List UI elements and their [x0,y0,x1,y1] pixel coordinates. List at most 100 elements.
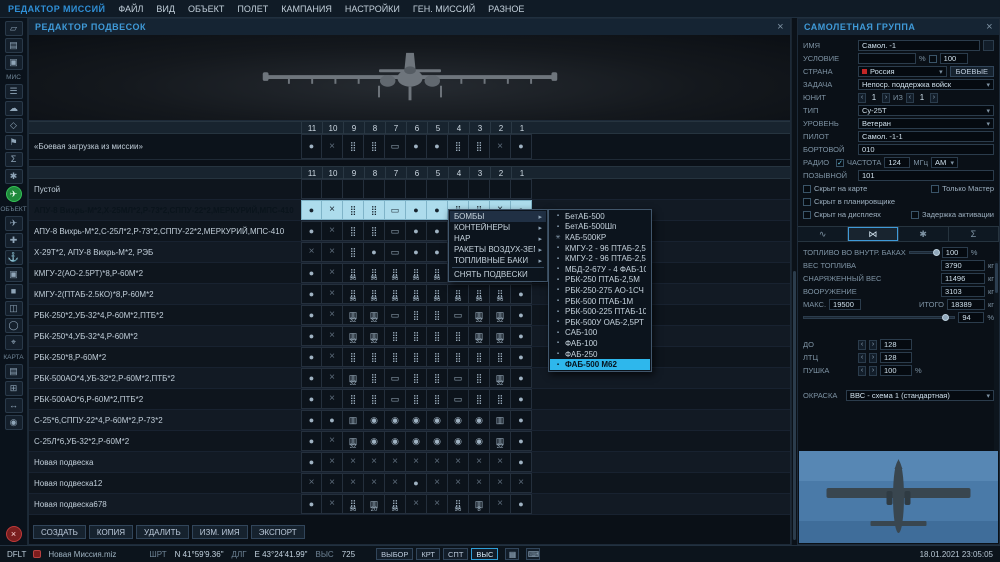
alt-button[interactable]: ВЫС [471,548,499,560]
context-submenu-item[interactable]: ▪ ФАБ-100 [550,338,650,349]
pylon-cell[interactable]: ▥ 32 [364,326,385,346]
pylon-cell[interactable]: ● [406,473,427,493]
pylon-cell[interactable]: × [322,452,343,472]
stepper-decrement-icon[interactable]: ‹ [905,92,914,103]
pylon-cell[interactable]: × [490,494,511,514]
fuel-percent-input[interactable]: 100 [941,247,968,258]
layers-icon[interactable]: ▤ [4,364,23,379]
pylon-cell[interactable]: × [322,368,343,388]
pylon-cell[interactable]: × [301,473,322,493]
menubar-item[interactable]: ФАЙЛ [118,4,143,14]
pylon-cell[interactable]: ● [511,389,532,409]
fly-icon[interactable]: ✈ [5,186,22,202]
pylon-cell[interactable]: ◉ [385,410,406,430]
options-icon[interactable]: ✱ [4,169,23,184]
pylon-cell[interactable]: × [448,473,469,493]
pylon-cell[interactable]: ● [301,263,322,283]
pylon-cell[interactable]: × [364,452,385,472]
pylon-cell[interactable]: × [385,473,406,493]
pylon-cell[interactable]: ⣿ [427,326,448,346]
pylon-cell[interactable]: ● [511,134,532,159]
pylon-cell[interactable]: ⣿ [364,200,385,220]
pylon-cell[interactable]: ⣿96 [406,284,427,304]
airplane-icon[interactable]: ✈ [4,216,23,231]
pylon-cell[interactable]: ◉ [469,410,490,430]
group-panel-scrollbar[interactable] [994,261,999,453]
pylon-cell[interactable]: × [322,473,343,493]
preset-row[interactable]: Новая подвеска12 × × × × × ● × × × × × [29,473,790,494]
pylon-cell[interactable]: ● [511,452,532,472]
pylon-cell[interactable]: ▥ 32 [343,326,364,346]
pylon-cell[interactable] [427,179,448,199]
pylon-cell[interactable]: ▥ 32 [490,305,511,325]
pylon-cell[interactable]: × [301,242,322,262]
preset-row[interactable]: РБК-500АО*6,Р-60М*2,ПТБ*2 ● × ⣿ ⣿ ▭ ⣿ ⣿ ▭ ⣿ ⣿ ● [29,389,790,410]
pylon-cell[interactable]: ▭ [385,389,406,409]
summary-icon[interactable]: Σ [4,152,23,167]
condition-input[interactable] [858,53,916,64]
pylon-cell[interactable] [343,179,364,199]
pylon-cell[interactable]: ● [511,326,532,346]
chaff-increment-icon[interactable]: › [869,339,877,350]
pylon-cell[interactable]: ◉ [427,431,448,451]
hidden-in-planner-checkbox[interactable] [803,197,811,206]
name-list-button[interactable] [983,40,994,51]
pylon-cell[interactable]: ● [511,431,532,451]
pylon-cell[interactable]: ● [511,305,532,325]
context-submenu-item[interactable]: ▪ САБ-100 [550,328,650,339]
group-panel-scrollbar-thumb[interactable] [995,263,998,293]
pylon-cell[interactable]: ⣿ [343,200,364,220]
pylon-cell[interactable]: ▭ [448,368,469,388]
pylon-cell[interactable]: ▭ [385,221,406,241]
context-submenu-item[interactable]: ▪ РБК-250 ПТАБ-2,5М [550,275,650,286]
pylon-cell[interactable]: ● [301,221,322,241]
close-icon[interactable]: × [777,21,784,33]
pylon-cell[interactable]: ▭ [385,305,406,325]
pylon-cell[interactable] [490,179,511,199]
menubar-item[interactable]: НАСТРОЙКИ [345,4,400,14]
measure-icon[interactable]: ⌖ [4,335,23,350]
pylon-cell[interactable]: ⣿ [406,326,427,346]
pylon-cell[interactable]: ▥ 32 [343,431,364,451]
pylon-cell[interactable]: ▭ [385,242,406,262]
task-dropdown[interactable]: Непоср. поддержка войск [858,79,994,90]
pylon-cell[interactable]: ● [406,221,427,241]
pylon-cell[interactable]: ● [301,494,322,514]
pylon-cell[interactable]: ▭ [385,200,406,220]
pylon-cell[interactable]: ⣿ [469,368,490,388]
pylon-cell[interactable]: ● [427,200,448,220]
flares-decrement-icon[interactable]: ‹ [858,352,866,363]
context-submenu-item[interactable]: ▪ РБК-500 ПТАБ-1М [550,296,650,307]
route-tab-icon[interactable]: ∿ [798,227,849,241]
master-only-checkbox[interactable] [931,184,940,193]
zone-icon[interactable]: ◯ [4,318,23,333]
gun-decrement-icon[interactable]: ‹ [858,365,866,376]
pylon-cell[interactable]: ● [301,347,322,367]
pylon-cell[interactable]: ⣿96 [343,494,364,514]
menubar-item[interactable]: РАЗНОЕ [488,4,524,14]
pylon-cell[interactable]: ⣿ [343,221,364,241]
pylon-cell[interactable] [364,179,385,199]
map-button[interactable]: КРТ [416,548,441,560]
pylon-cell[interactable]: ⣿ [427,368,448,388]
menubar-item[interactable]: ГЕН. МИССИЙ [413,4,475,14]
pylon-cell[interactable]: ⣿ [343,347,364,367]
pylon-cell[interactable]: ⣿96 [406,263,427,283]
pylon-cell[interactable]: ⣿96 [385,263,406,283]
preset-row[interactable]: АПУ-8 Вихрь-М*2,Х-25МЛ*2,Р-73*2,СППУ-22*… [29,200,790,221]
pylon-cell[interactable]: × [322,494,343,514]
pylon-cell[interactable]: ◉ [448,410,469,430]
preset-row[interactable]: Новая подвеска678 ● × ⣿ 96 ▥ 20 ⣿ 96 × × ⣿ 96 ▥ 8 × ● [29,494,790,515]
pylon-cell[interactable]: ⣿96 [385,494,406,514]
pylon-cell[interactable]: × [322,221,343,241]
pylon-cell[interactable]: ⣿ [385,326,406,346]
pylon-cell[interactable]: ▥ 32 [343,368,364,388]
context-submenu-item[interactable]: ▪ КМГУ-2 - 96 ПТАБ-2,5КО [550,243,650,254]
context-submenu-item[interactable]: ▪ БетАБ-500 [550,211,650,222]
context-submenu-item[interactable]: ▪ РБК-500-225 ПТАБ-10-5 [550,306,650,317]
preset-row[interactable]: РБК-250*4,УБ-32*4,Р-60М*2 ● × ▥ 32 ▥ 32 ⣿ ⣿ ⣿ ⣿ ▥ 32… [29,326,790,347]
context-submenu-item[interactable]: ▪ ФАБ-500 М62 [550,359,650,370]
pylon-cell[interactable]: × [322,284,343,304]
pylon-cell[interactable]: ⣿96 [364,263,385,283]
grid-icon[interactable]: ⊞ [4,381,23,396]
